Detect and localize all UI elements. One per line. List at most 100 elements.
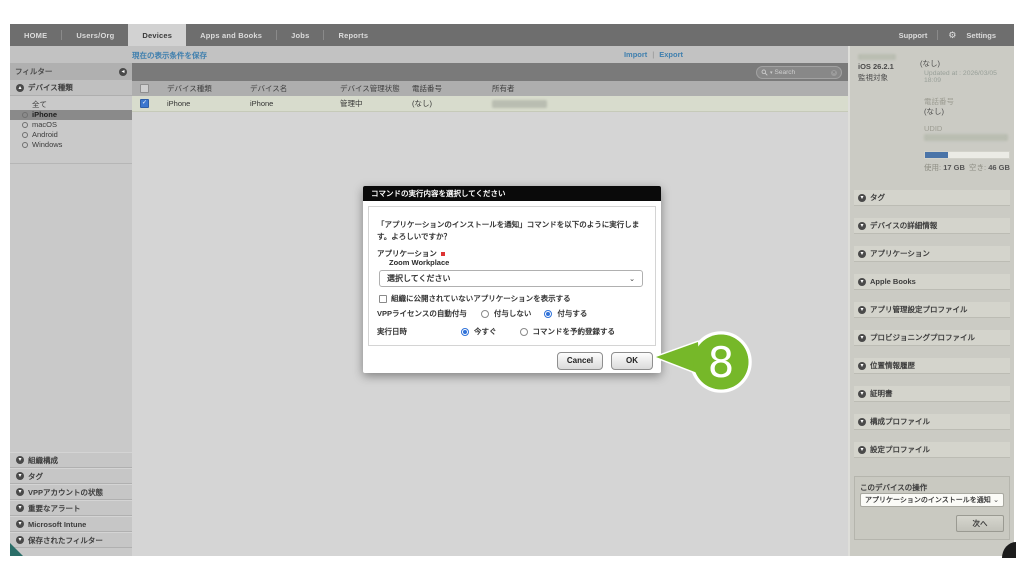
- redacted-udid: [924, 134, 1008, 141]
- cancel-button[interactable]: Cancel: [557, 352, 603, 370]
- nav-divider: [937, 30, 939, 40]
- section-location-history[interactable]: ▾ 位置情報履歴: [854, 358, 1010, 374]
- section-applications[interactable]: ▾ アプリケーション: [854, 246, 1010, 262]
- col-phone[interactable]: 電話番号: [412, 83, 492, 94]
- application-select[interactable]: 選択してください ⌄: [379, 270, 643, 287]
- filter-section-device-type[interactable]: ▴ デバイス種類: [10, 80, 132, 96]
- support-link[interactable]: Support: [899, 31, 928, 40]
- supervision-status: 監視対象: [858, 73, 888, 82]
- col-owner[interactable]: 所有者: [492, 83, 848, 94]
- chevron-down-icon: ▾: [858, 445, 866, 454]
- table-header: デバイス種類 デバイス名 デバイス管理状態 電話番号 所有者: [132, 81, 848, 96]
- updated-at: Updated at : 2026/03/05 18:09: [924, 70, 997, 84]
- section-tags[interactable]: ▾ タグ: [854, 190, 1010, 206]
- application-name: Zoom Workplace: [389, 258, 450, 267]
- udid-label: UDID: [924, 124, 943, 133]
- filter-section-intune[interactable]: ▾ Microsoft Intune: [10, 516, 132, 532]
- search-icon: [761, 69, 768, 76]
- filter-section-vpp-status[interactable]: ▾ VPPアカウントの状態: [10, 484, 132, 500]
- radio-ring-icon: [22, 132, 28, 138]
- gear-icon: ⚙: [948, 29, 957, 40]
- section-apple-books[interactable]: ▾ Apple Books: [854, 274, 1010, 290]
- tab-users-org[interactable]: Users/Org: [62, 24, 128, 46]
- table-row[interactable]: ✓ iPhone iPhone 管理中 (なし): [132, 96, 848, 112]
- search-input[interactable]: ▾ Search ✕: [756, 66, 842, 79]
- radio-vpp-yes[interactable]: [544, 309, 553, 318]
- export-link[interactable]: Export: [659, 50, 683, 59]
- chevron-down-icon: ▾: [858, 193, 866, 202]
- filter-section-org[interactable]: ▾ 組織構成: [10, 452, 132, 468]
- tab-devices[interactable]: Devices: [128, 24, 187, 46]
- radio-exec-now[interactable]: [461, 327, 469, 336]
- radio-ring-icon: [22, 112, 28, 118]
- section-app-mgmt-profile[interactable]: ▾ アプリ管理設定プロファイル: [854, 302, 1010, 318]
- page-curl: [1002, 542, 1016, 558]
- storage-bar: [924, 151, 1010, 159]
- section-provisioning-profile[interactable]: ▾ プロビジョニングプロファイル: [854, 330, 1010, 346]
- chevron-down-icon: ▾: [858, 305, 866, 314]
- dialog-message: 「アプリケーションのインストールを通知」コマンドを以下のように実行します。よろし…: [377, 220, 640, 241]
- radio-vpp-no[interactable]: [480, 309, 489, 318]
- link-divider: |: [652, 50, 655, 59]
- tab-reports[interactable]: Reports: [324, 24, 382, 46]
- section-device-details[interactable]: ▾ デバイスの詳細情報: [854, 218, 1010, 234]
- filter-sidebar: フィルター ◂ ▴ デバイス種類 全て iPhone macOS Android…: [10, 63, 133, 556]
- search-placeholder: Search: [774, 69, 796, 76]
- chevron-down-icon: ▾: [858, 333, 866, 342]
- select-all-checkbox[interactable]: [140, 84, 149, 93]
- radio-exec-schedule[interactable]: [519, 327, 528, 336]
- clear-search-icon[interactable]: ✕: [831, 69, 837, 76]
- actions-title: このデバイスの操作: [860, 483, 928, 492]
- filter-option-windows[interactable]: Windows: [10, 140, 132, 150]
- section-settings-profile[interactable]: ▾ 設定プロファイル: [854, 442, 1010, 458]
- chevron-down-icon: ⌄: [993, 497, 999, 504]
- chevron-down-icon: ▾: [858, 361, 866, 370]
- filter-section-label: デバイス種類: [28, 83, 73, 92]
- filter-title: フィルター: [15, 67, 53, 76]
- section-certificates[interactable]: ▾ 証明書: [854, 386, 1010, 402]
- tab-home[interactable]: HOME: [10, 24, 61, 46]
- chevron-down-icon: ▾: [16, 488, 24, 496]
- filter-section-saved-filters[interactable]: ▾ 保存されたフィルター: [10, 532, 132, 548]
- filter-option-android[interactable]: Android: [10, 130, 132, 140]
- filter-option-iphone[interactable]: iPhone: [10, 110, 132, 120]
- filter-header: フィルター ◂: [10, 63, 132, 80]
- chevron-down-icon: ▾: [16, 504, 24, 512]
- checkbox-icon[interactable]: [379, 294, 387, 303]
- filter-section-tags[interactable]: ▾ タグ: [10, 468, 132, 484]
- action-select[interactable]: アプリケーションのインストールを通知 ⌄: [860, 493, 1004, 507]
- col-mgmt-status[interactable]: デバイス管理状態: [340, 83, 412, 94]
- chevron-down-icon: ▾: [858, 389, 866, 398]
- ok-button[interactable]: OK: [611, 352, 653, 370]
- view-toolbar: 現在の表示条件を保存 Import | Export: [10, 46, 848, 63]
- top-nav: HOME Users/Org Devices Apps and Books Jo…: [10, 24, 1014, 46]
- dialog-title: コマンドの実行内容を選択してください: [363, 186, 661, 201]
- show-unpublished-checkbox[interactable]: 組織に公開されていないアプリケーションを表示する: [379, 293, 571, 304]
- chevron-down-icon: ▾: [16, 456, 24, 464]
- tab-apps-and-books[interactable]: Apps and Books: [186, 24, 276, 46]
- chevron-down-icon: ▾: [858, 249, 866, 258]
- radio-ring-icon: [22, 142, 28, 148]
- filter-option-macos[interactable]: macOS: [10, 120, 132, 130]
- storage-bar-fill: [925, 152, 948, 158]
- col-device-name[interactable]: デバイス名: [250, 83, 340, 94]
- top-value: (なし): [920, 59, 940, 68]
- device-os: iOS 26.2.1: [858, 62, 894, 71]
- filter-option-all[interactable]: 全て: [10, 100, 132, 110]
- settings-link[interactable]: Settings: [966, 31, 996, 40]
- import-link[interactable]: Import: [624, 50, 647, 59]
- search-scope-chevron-icon: ▾: [770, 69, 773, 76]
- next-button[interactable]: 次へ: [956, 515, 1004, 532]
- filter-section-alerts[interactable]: ▾ 重要なアラート: [10, 500, 132, 516]
- required-mark-icon: [440, 251, 445, 256]
- exec-time-row: 実行日時 今すぐ コマンドを予約登録する: [377, 327, 615, 336]
- col-device-type[interactable]: デバイス種類: [167, 83, 250, 94]
- save-view-link[interactable]: 現在の表示条件を保存: [132, 50, 207, 61]
- section-config-profile[interactable]: ▾ 構成プロファイル: [854, 414, 1010, 430]
- storage-text: 使用: 17 GB 空き: 46 GB: [924, 163, 1010, 172]
- tab-jobs[interactable]: Jobs: [277, 24, 323, 46]
- collapse-sidebar-icon[interactable]: ◂: [119, 67, 127, 76]
- sidebar-divider: [10, 163, 132, 164]
- screenshot-root: HOME Users/Org Devices Apps and Books Jo…: [0, 0, 1024, 576]
- row-checkbox[interactable]: ✓: [140, 99, 149, 108]
